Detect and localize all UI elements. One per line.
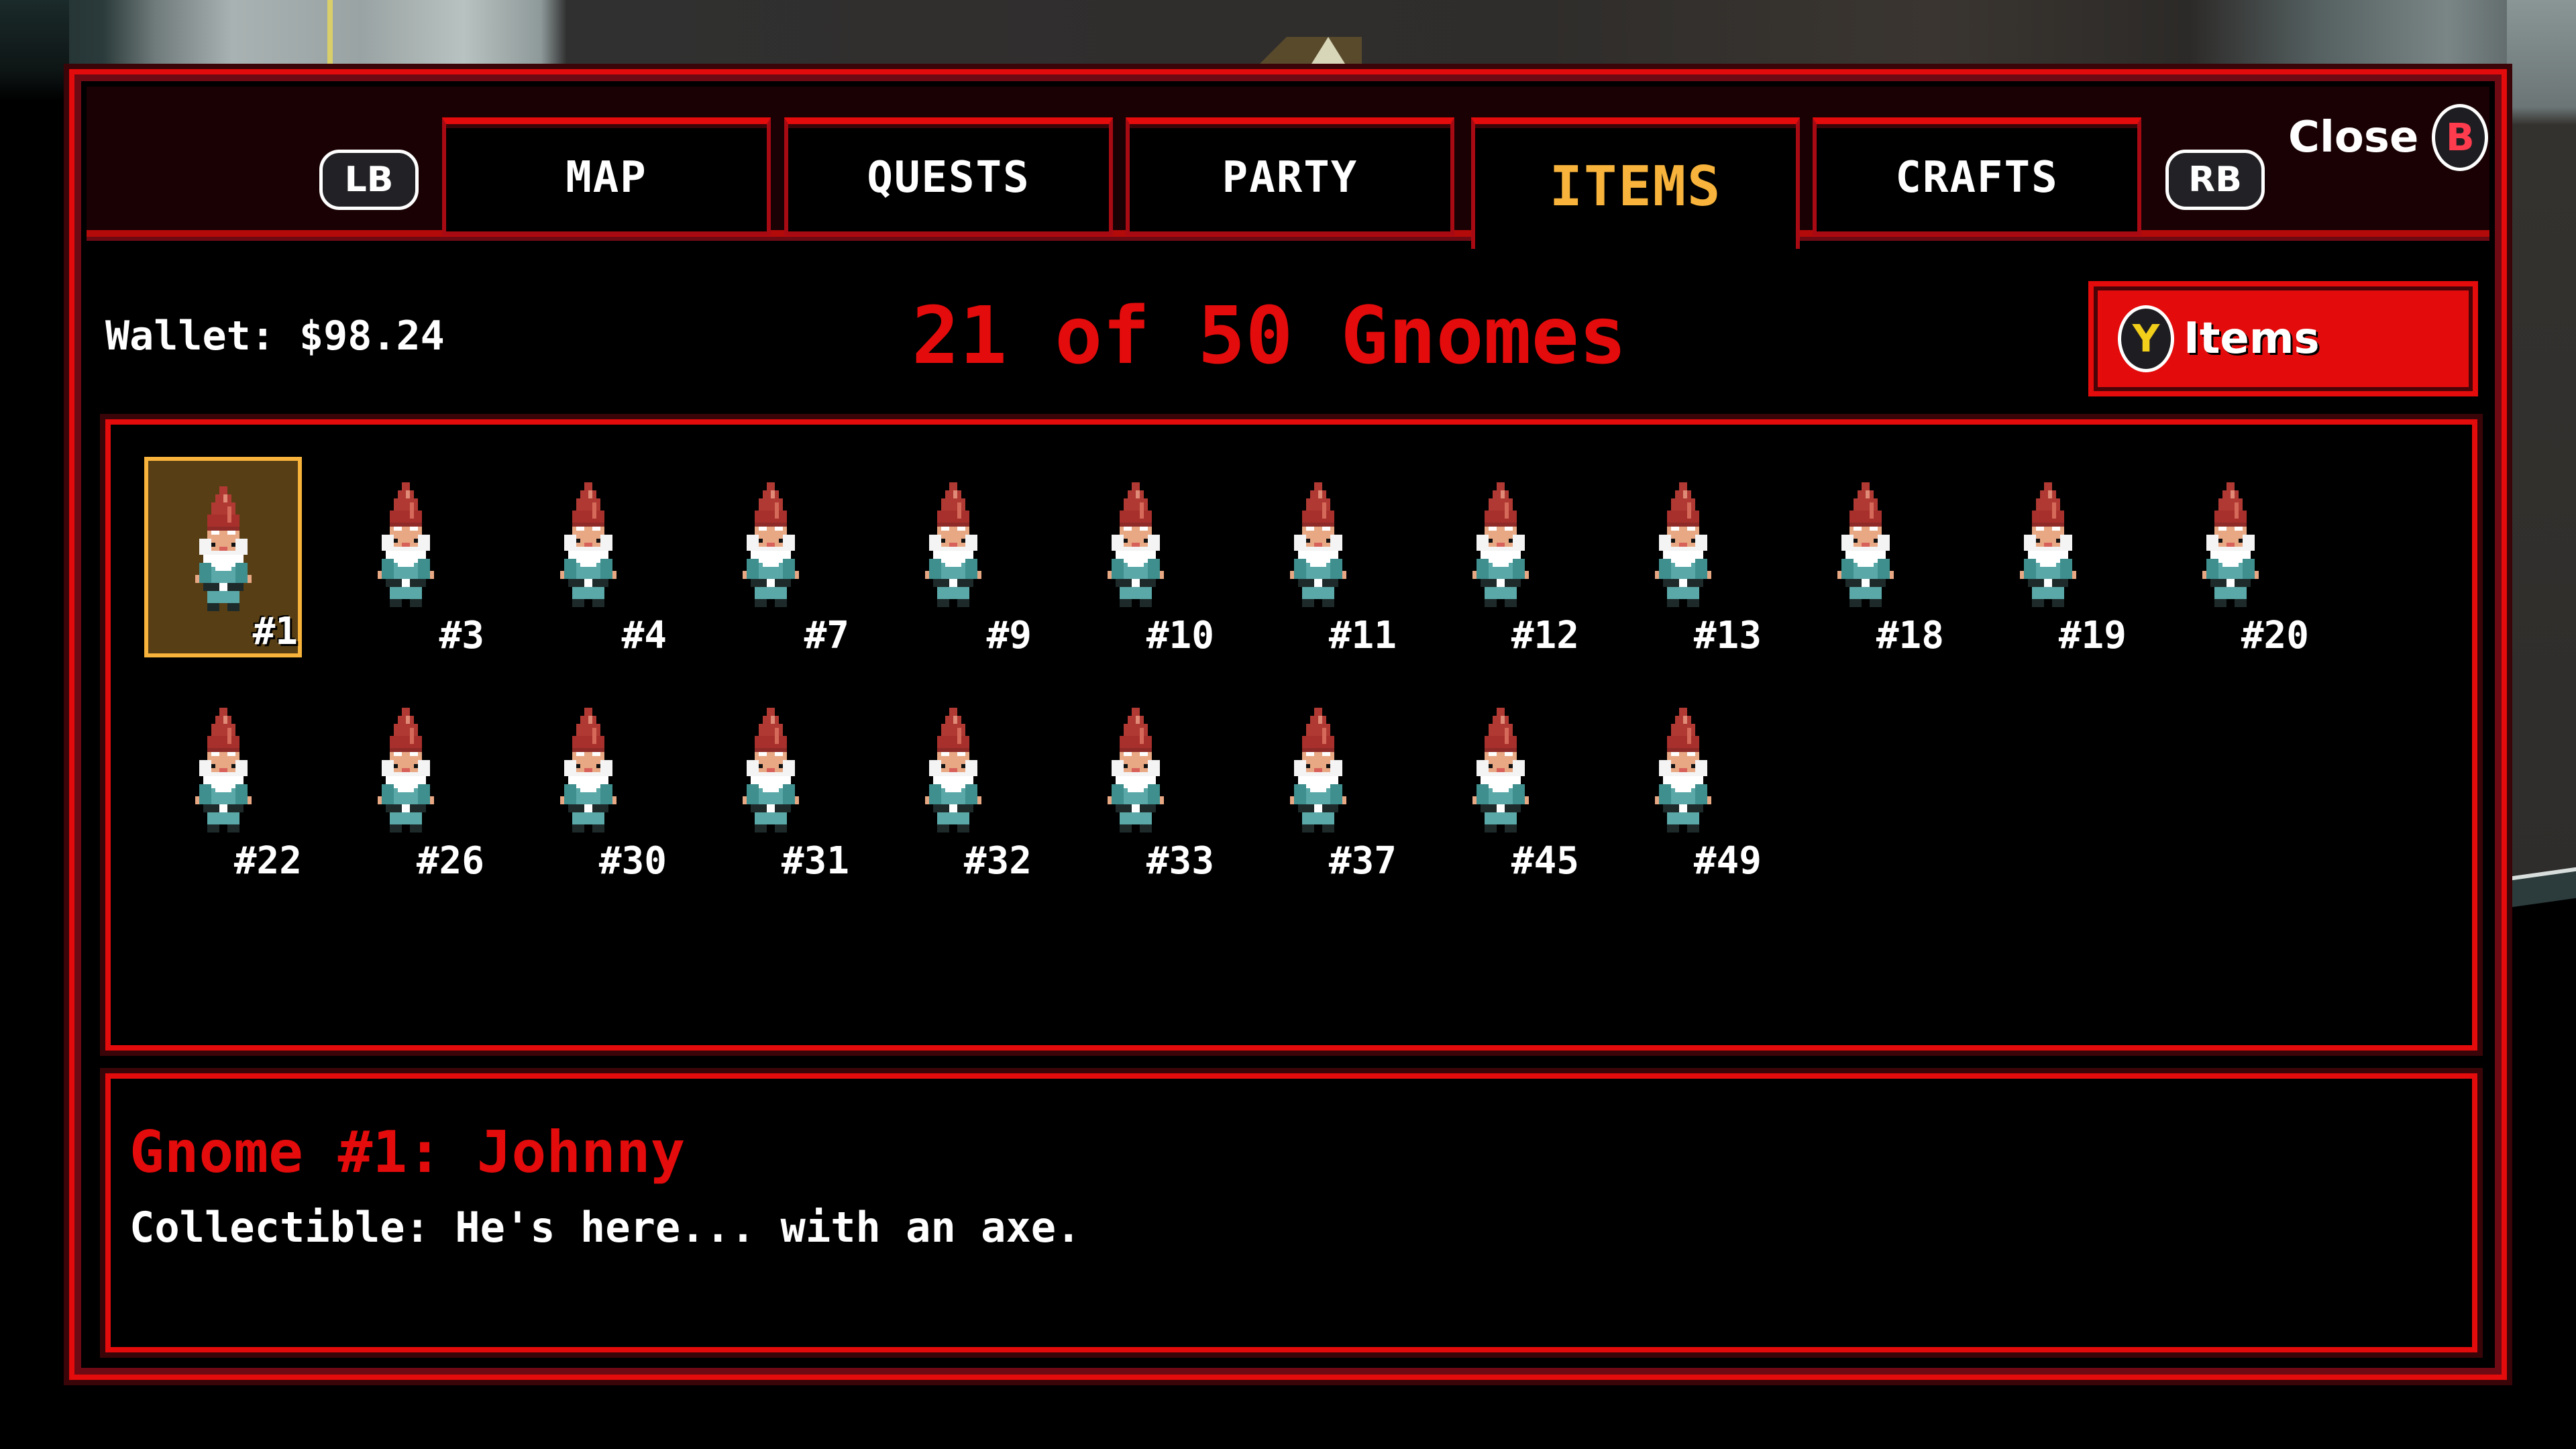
tab-crafts[interactable]: CRAFTS [1813,117,2141,235]
background-yellow-stripe [327,0,333,69]
gnome-item[interactable]: #26 [327,682,484,883]
gnome-icon [1095,708,1176,833]
gnome-grid: #1 #3 #4 #7 #9 #10 #11 #12 #13 #18 #19 #… [105,419,2477,1051]
gnome-icon [913,482,994,607]
gnome-item[interactable]: #32 [874,682,1032,883]
gnome-item[interactable]: #20 [2151,457,2309,657]
gnome-item[interactable]: #31 [692,682,849,883]
gnome-icon [548,708,629,833]
gnome-number: #18 [1876,614,1944,657]
gnome-item[interactable]: #7 [692,457,849,657]
gnome-icon [366,708,446,833]
gnome-number: #1 [252,610,298,653]
item-description: Collectible: He's here... with an axe. [129,1203,1081,1252]
gnome-number: #19 [2058,614,2127,657]
gnome-item[interactable]: #30 [509,682,667,883]
gnome-number: #9 [986,614,1032,657]
gnome-number: #20 [2241,614,2309,657]
gnome-icon [913,708,994,833]
tab-items[interactable]: ITEMS [1471,117,1800,249]
rb-button-icon[interactable]: RB [2165,150,2265,210]
collection-count-text: 21 of 50 Gnomes [912,289,1627,382]
gnome-number: #49 [1693,839,1762,883]
gnome-icon [731,708,811,833]
b-button-icon: B [2432,104,2489,171]
close-label: Close [2288,113,2419,162]
gnome-item[interactable]: #45 [1421,682,1579,883]
background-right-wall [2507,0,2576,892]
gnome-icon [731,482,811,607]
gnome-icon [548,482,629,607]
gnome-number: #4 [621,614,667,657]
gnome-number: #7 [804,614,849,657]
gnome-icon [1460,708,1541,833]
gnome-icon [2008,482,2088,607]
gnome-number: #37 [1328,839,1397,883]
gnome-number: #12 [1511,614,1579,657]
gnome-icon [1643,708,1723,833]
items-button[interactable]: Y Items [2088,281,2478,396]
gnome-item[interactable]: #33 [1057,682,1214,883]
gnome-number: #10 [1146,614,1214,657]
gnome-item[interactable]: #19 [1969,457,2127,657]
background-left-wall [0,0,69,101]
gnome-icon [1825,482,1906,607]
tab-party[interactable]: PARTY [1126,117,1454,235]
gnome-item[interactable]: #1 [144,457,302,657]
gnome-number: #32 [963,839,1032,883]
item-title: Gnome #1: Johnny [129,1119,686,1186]
gnome-icon [1643,482,1723,607]
gnome-icon [1278,482,1358,607]
gnome-number: #45 [1511,839,1579,883]
gnome-icon [1460,482,1541,607]
gnome-icon [2190,482,2271,607]
gnome-number: #3 [439,614,484,657]
tab-quests[interactable]: QUESTS [784,117,1113,235]
tab-map[interactable]: MAP [442,117,771,235]
gnome-item[interactable]: #11 [1239,457,1397,657]
gnome-icon [1278,708,1358,833]
gnome-item[interactable]: #3 [327,457,484,657]
gnome-item[interactable]: #22 [144,682,302,883]
gnome-icon [183,708,264,833]
y-button-icon: Y [2118,305,2174,372]
gnome-item[interactable]: #49 [1604,682,1762,883]
lb-button-icon[interactable]: LB [319,150,419,210]
gnome-item[interactable]: #37 [1239,682,1397,883]
gnome-item[interactable]: #4 [509,457,667,657]
gnome-item[interactable]: #13 [1604,457,1762,657]
gnome-number: #22 [233,839,302,883]
gnome-icon [183,486,264,611]
gnome-number: #13 [1693,614,1762,657]
gnome-number: #33 [1146,839,1214,883]
gnome-item[interactable]: #12 [1421,457,1579,657]
gnome-number: #30 [598,839,667,883]
inventory-menu: LB MAP QUESTS PARTY ITEMS CRAFTS RB Clos… [69,69,2507,1380]
gnome-icon [1095,482,1176,607]
gnome-number: #31 [781,839,849,883]
gnome-number: #11 [1328,614,1397,657]
gnome-icon [366,482,446,607]
gnome-item[interactable]: #10 [1057,457,1214,657]
gnome-item[interactable]: #9 [874,457,1032,657]
items-button-label: Items [2184,314,2320,364]
close-button[interactable]: Close B [2288,104,2489,171]
description-panel: Gnome #1: Johnny Collectible: He's here.… [105,1073,2477,1352]
gnome-number: #26 [416,839,484,883]
gnome-item[interactable]: #18 [1786,457,1944,657]
